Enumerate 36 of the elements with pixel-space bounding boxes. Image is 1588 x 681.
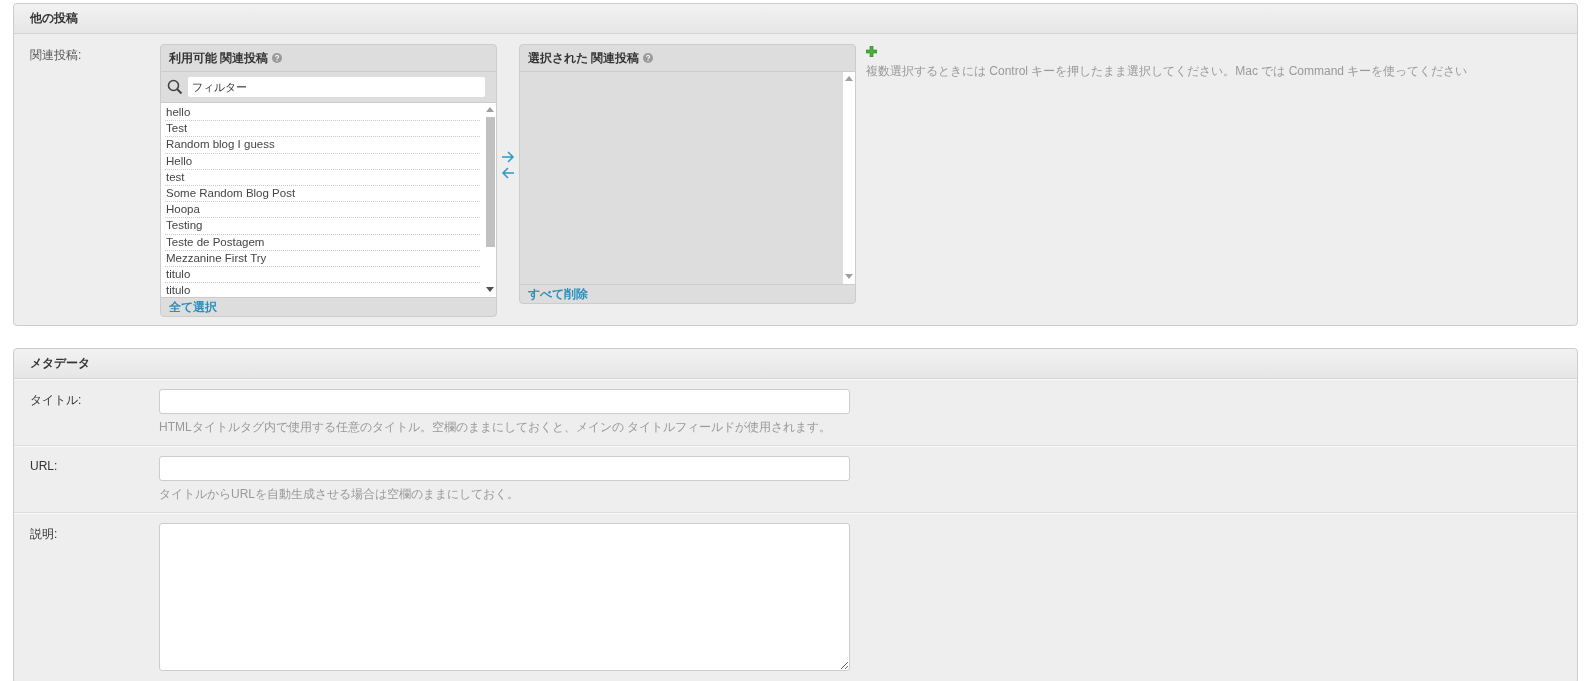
help-text: HTMLタイトルタグ内で使用する任意のタイトル。空欄のままにしておくと、メインの タイトルフィールドが使用されます。	[159, 419, 832, 436]
search-icon	[167, 79, 183, 95]
list-item[interactable]: hello	[165, 105, 480, 122]
field-label: タイトル:	[30, 392, 83, 409]
help-icon[interactable]	[272, 53, 283, 63]
field-label: URL:	[30, 458, 59, 475]
scroll-up-icon[interactable]	[845, 75, 853, 81]
section-title: 他の投稿	[14, 4, 1577, 34]
left-arrow-icon[interactable]	[501, 166, 515, 180]
list-item[interactable]: test	[165, 169, 480, 186]
text-input[interactable]	[159, 456, 850, 481]
help-text: タイトルからURLを自動生成させる場合は空欄のままにしておく。	[159, 486, 520, 503]
scroll-up-icon[interactable]	[486, 106, 494, 112]
list-item[interactable]: Testing	[165, 218, 480, 235]
scroll-down-icon[interactable]	[486, 287, 494, 293]
list-item[interactable]: titulo	[165, 283, 480, 297]
help-text: 複数選択するときには Control キーを押したまま選択してください。Mac では Command キーを使ってください	[866, 63, 1468, 80]
section-title: メタデータ	[14, 349, 1577, 379]
scrollbar[interactable]	[843, 72, 855, 284]
panel-title: 利用可能 関連投稿	[169, 50, 269, 66]
list-item[interactable]: Hello	[165, 153, 480, 170]
list-item[interactable]: Test	[165, 121, 480, 138]
list-item[interactable]: Mezzanine First Try	[165, 250, 480, 267]
list-item[interactable]: Some Random Blog Post	[165, 185, 480, 203]
field-label: 説明:	[30, 526, 59, 543]
right-arrow-icon[interactable]	[501, 150, 515, 164]
list-item[interactable]: Random blog I guess	[165, 137, 480, 154]
panel-title: 選択された 関連投稿	[528, 50, 640, 66]
help-icon[interactable]	[643, 53, 654, 63]
list-item[interactable]: Teste de Postagem	[165, 234, 480, 251]
field-label: 関連投稿:	[30, 47, 83, 64]
filter-input[interactable]: フィルター	[187, 76, 486, 98]
text-input[interactable]	[159, 389, 850, 414]
list-item[interactable]: Hoopa	[165, 202, 480, 219]
plus-icon[interactable]	[866, 46, 877, 57]
list-item[interactable]: titulo	[165, 266, 480, 284]
